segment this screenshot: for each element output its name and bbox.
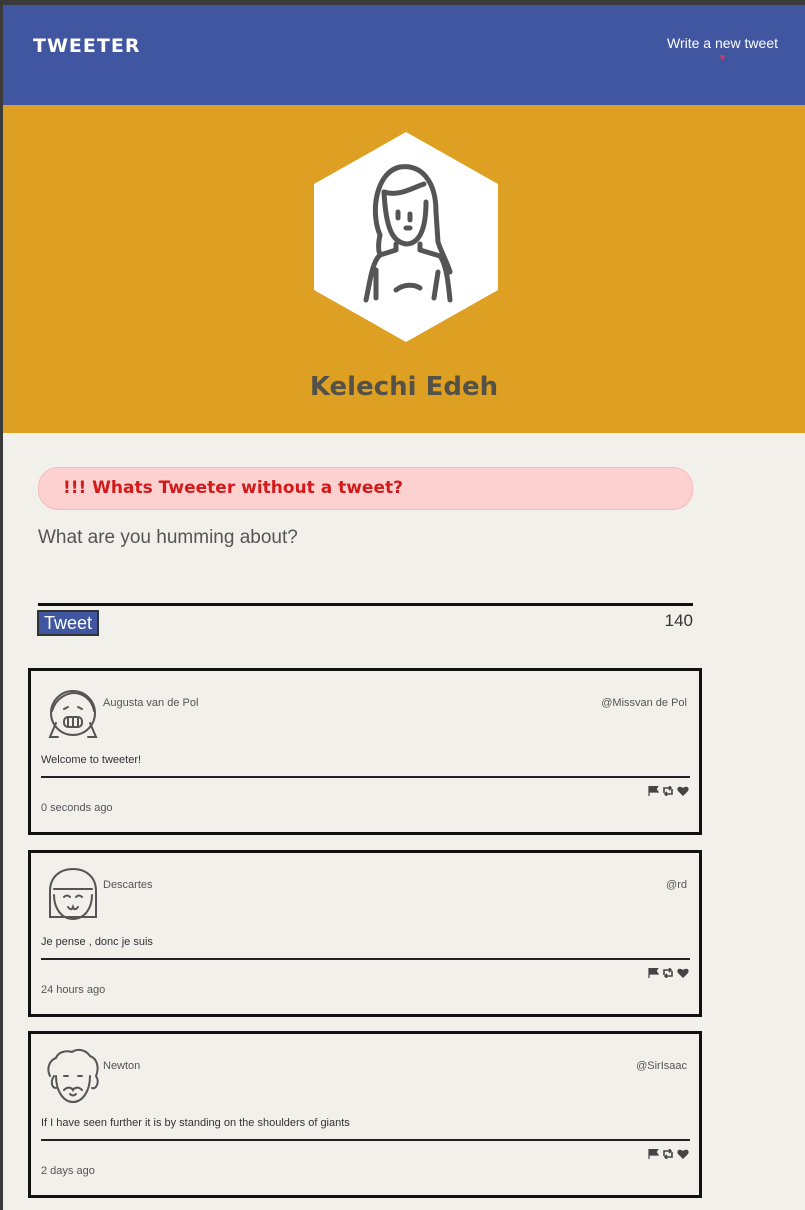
tweet-actions xyxy=(648,968,689,978)
tweet-card: Descartes @rd Je pense , donc je suis 24… xyxy=(28,850,702,1017)
tweet-input[interactable] xyxy=(38,525,693,606)
tweet-author-handle: @Missvan de Pol xyxy=(601,697,687,709)
tweet-timestamp: 0 seconds ago xyxy=(41,802,113,814)
heart-icon[interactable] xyxy=(677,786,689,796)
chevron-down-icon: ▼ xyxy=(717,53,728,64)
flag-icon[interactable] xyxy=(648,1149,659,1159)
tweet-author-handle: @rd xyxy=(666,879,687,891)
tweet-timestamp: 2 days ago xyxy=(41,1165,95,1177)
error-message: !!! Whats Tweeter without a tweet? xyxy=(38,467,693,510)
tweet-actions xyxy=(648,1149,689,1159)
heart-icon[interactable] xyxy=(677,1149,689,1159)
tweet-divider xyxy=(41,1139,690,1141)
retweet-icon[interactable] xyxy=(662,1149,674,1159)
user-avatar-icon xyxy=(47,1048,99,1104)
tweet-divider xyxy=(41,958,690,960)
tweet-submit-button[interactable]: Tweet xyxy=(37,610,99,636)
heart-icon[interactable] xyxy=(677,968,689,978)
character-counter: 140 xyxy=(664,611,693,630)
write-new-tweet-button[interactable]: Write a new tweet ▼ xyxy=(666,35,778,64)
tweet-card: Newton @SirIsaac If I have seen further … xyxy=(28,1031,702,1198)
tweet-author-handle: @SirIsaac xyxy=(636,1060,687,1072)
profile-name: Kelechi Edeh xyxy=(309,372,499,402)
profile-header: Kelechi Edeh xyxy=(3,105,805,433)
flag-icon[interactable] xyxy=(648,968,659,978)
retweet-icon[interactable] xyxy=(662,786,674,796)
brand-logo[interactable]: TWEETER xyxy=(33,35,140,57)
tweet-actions xyxy=(648,786,689,796)
profile-avatar xyxy=(314,132,498,342)
tweet-content: If I have seen further it is by standing… xyxy=(41,1117,350,1129)
retweet-icon[interactable] xyxy=(662,968,674,978)
navbar: TWEETER Write a new tweet ▼ xyxy=(3,5,805,105)
tweet-timestamp: 24 hours ago xyxy=(41,984,106,996)
tweet-author-name: Newton xyxy=(103,1060,141,1072)
tweet-content: Je pense , donc je suis xyxy=(41,936,153,948)
user-avatar-icon xyxy=(48,690,98,738)
page: TWEETER Write a new tweet ▼ Kelechi Edeh… xyxy=(3,5,805,1210)
tweet-card: Augusta van de Pol @Missvan de Pol Welco… xyxy=(28,668,702,835)
user-avatar-icon xyxy=(49,867,97,921)
tweet-author-name: Augusta van de Pol xyxy=(103,697,199,709)
tweet-divider xyxy=(41,776,690,778)
tweet-content: Welcome to tweeter! xyxy=(41,754,142,766)
write-new-tweet-label: Write a new tweet xyxy=(666,35,778,51)
tweet-author-name: Descartes xyxy=(103,879,153,891)
flag-icon[interactable] xyxy=(648,786,659,796)
